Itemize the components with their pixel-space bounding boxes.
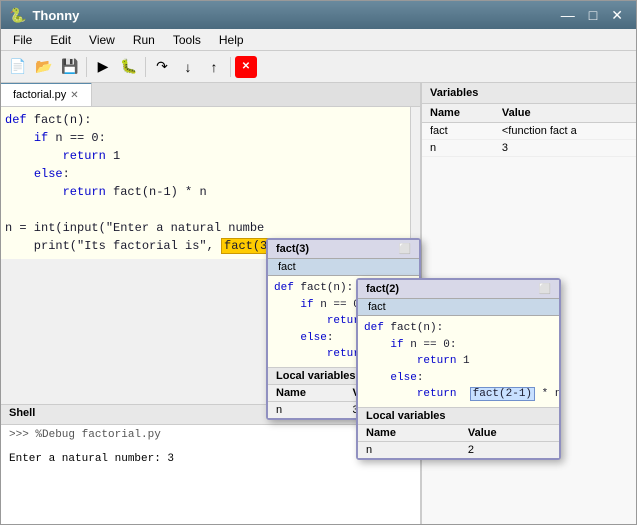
var-name-2: n bbox=[422, 140, 494, 157]
window-title: Thonny bbox=[32, 8, 79, 23]
debug-button[interactable]: 🐛 bbox=[117, 55, 141, 79]
step-out-button[interactable]: ↑ bbox=[202, 55, 226, 79]
menu-tools[interactable]: Tools bbox=[165, 31, 209, 48]
code-line-5: return fact(n-1) * n bbox=[5, 183, 406, 201]
variables-col-value: Value bbox=[494, 104, 636, 123]
debug-frame-1-title-text: fact(3) bbox=[276, 243, 309, 255]
debug-locals-2: Local variables Name Value n 2 bbox=[358, 407, 559, 458]
run-button[interactable]: ▶ bbox=[91, 55, 115, 79]
code-line-6 bbox=[5, 201, 406, 219]
debug-frame-1-expand-icon[interactable]: ⬜ bbox=[399, 244, 411, 255]
step-into-button[interactable]: ↓ bbox=[176, 55, 200, 79]
toolbar: 📄 📂 💾 ▶ 🐛 ↷ ↓ ↑ ✕ bbox=[1, 51, 636, 83]
table-row: n 3 bbox=[422, 140, 636, 157]
minimize-button[interactable]: — bbox=[556, 8, 580, 22]
title-bar-left: 🐍 Thonny bbox=[9, 7, 79, 24]
local2-name-1: n bbox=[358, 441, 460, 458]
debug-frame-1-tab[interactable]: fact bbox=[268, 259, 419, 276]
maximize-button[interactable]: □ bbox=[584, 8, 602, 22]
tab-bar: factorial.py ✕ bbox=[1, 83, 420, 107]
code-line-1: def fact(n): bbox=[5, 111, 406, 129]
menu-run[interactable]: Run bbox=[125, 31, 163, 48]
tab-factorial[interactable]: factorial.py ✕ bbox=[1, 83, 92, 106]
debug-locals-2-table: Name Value n 2 bbox=[358, 425, 559, 458]
debug-frame-1-title: fact(3) ⬜ bbox=[268, 240, 419, 259]
table-row: fact <function fact a bbox=[422, 123, 636, 140]
shell-line-3: Enter a natural number: 3 bbox=[9, 453, 412, 465]
debug-locals-2-col-value: Value bbox=[460, 425, 559, 442]
debug-frame-2-title: fact(2) ⬜ bbox=[358, 280, 559, 299]
menu-help[interactable]: Help bbox=[211, 31, 252, 48]
debug-locals-2-header: Name Value bbox=[358, 425, 559, 442]
code-area[interactable]: def fact(n): if n == 0: return 1 else: r… bbox=[1, 107, 410, 259]
code-line-4: else: bbox=[5, 165, 406, 183]
debug-frame-2-code[interactable]: def fact(n): if n == 0: return 1 else: r… bbox=[358, 316, 559, 407]
close-button[interactable]: ✕ bbox=[606, 8, 628, 22]
new-file-button[interactable]: 📄 bbox=[6, 55, 30, 79]
save-file-button[interactable]: 💾 bbox=[58, 55, 82, 79]
dbg2-line-2: if n == 0: bbox=[364, 337, 553, 354]
dbg2-line-1: def fact(n): bbox=[364, 320, 553, 337]
debug-locals-2-title: Local variables bbox=[358, 408, 559, 425]
local2-value-1: 2 bbox=[460, 441, 559, 458]
shell-line-2 bbox=[9, 441, 412, 453]
app-icon: 🐍 bbox=[9, 7, 26, 24]
menu-edit[interactable]: Edit bbox=[42, 31, 79, 48]
step-over-button[interactable]: ↷ bbox=[150, 55, 174, 79]
var-name-1: fact bbox=[422, 123, 494, 140]
dbg2-line-4: else: bbox=[364, 370, 553, 387]
toolbar-separator-3 bbox=[230, 57, 231, 77]
menu-view[interactable]: View bbox=[81, 31, 123, 48]
dbg2-line-5: return fact(2-1) * n bbox=[364, 386, 553, 403]
menubar: File Edit View Run Tools Help bbox=[1, 29, 636, 51]
toolbar-separator-1 bbox=[86, 57, 87, 77]
main-window: 🐍 Thonny — □ ✕ File Edit View Run Tools … bbox=[0, 0, 637, 525]
tab-label: factorial.py bbox=[13, 89, 66, 101]
shell-line-1: >>> %Debug factorial.py bbox=[9, 429, 412, 441]
debug-locals-1-col-name: Name bbox=[268, 385, 345, 402]
var-value-1: <function fact a bbox=[494, 123, 636, 140]
main-content: factorial.py ✕ def fact(n): if n == 0: r… bbox=[1, 83, 636, 524]
dbg2-line-3: return 1 bbox=[364, 353, 553, 370]
title-bar: 🐍 Thonny — □ ✕ bbox=[1, 1, 636, 29]
variables-col-name: Name bbox=[422, 104, 494, 123]
code-line-3: return 1 bbox=[5, 147, 406, 165]
var-value-2: 3 bbox=[494, 140, 636, 157]
tab-close-icon[interactable]: ✕ bbox=[70, 90, 78, 101]
variables-header-row: Name Value bbox=[422, 104, 636, 123]
code-line-7: n = int(input("Enter a natural numbe bbox=[5, 219, 406, 237]
toolbar-separator-2 bbox=[145, 57, 146, 77]
menu-file[interactable]: File bbox=[5, 31, 40, 48]
table-row: n 2 bbox=[358, 441, 559, 458]
window-controls: — □ ✕ bbox=[556, 8, 628, 22]
variables-title: Variables bbox=[422, 83, 636, 104]
debug-frame-2: fact(2) ⬜ fact def fact(n): if n == 0: r… bbox=[356, 278, 561, 460]
stop-button[interactable]: ✕ bbox=[235, 56, 257, 78]
open-file-button[interactable]: 📂 bbox=[32, 55, 56, 79]
code-line-2: if n == 0: bbox=[5, 129, 406, 147]
debug-frame-2-tab[interactable]: fact bbox=[358, 299, 559, 316]
local1-name-1: n bbox=[268, 401, 345, 418]
debug-frame-2-title-text: fact(2) bbox=[366, 283, 399, 295]
variables-table: Name Value fact <function fact a n 3 bbox=[422, 104, 636, 157]
debug-frame-2-expand-icon[interactable]: ⬜ bbox=[539, 284, 551, 295]
debug-locals-2-col-name: Name bbox=[358, 425, 460, 442]
